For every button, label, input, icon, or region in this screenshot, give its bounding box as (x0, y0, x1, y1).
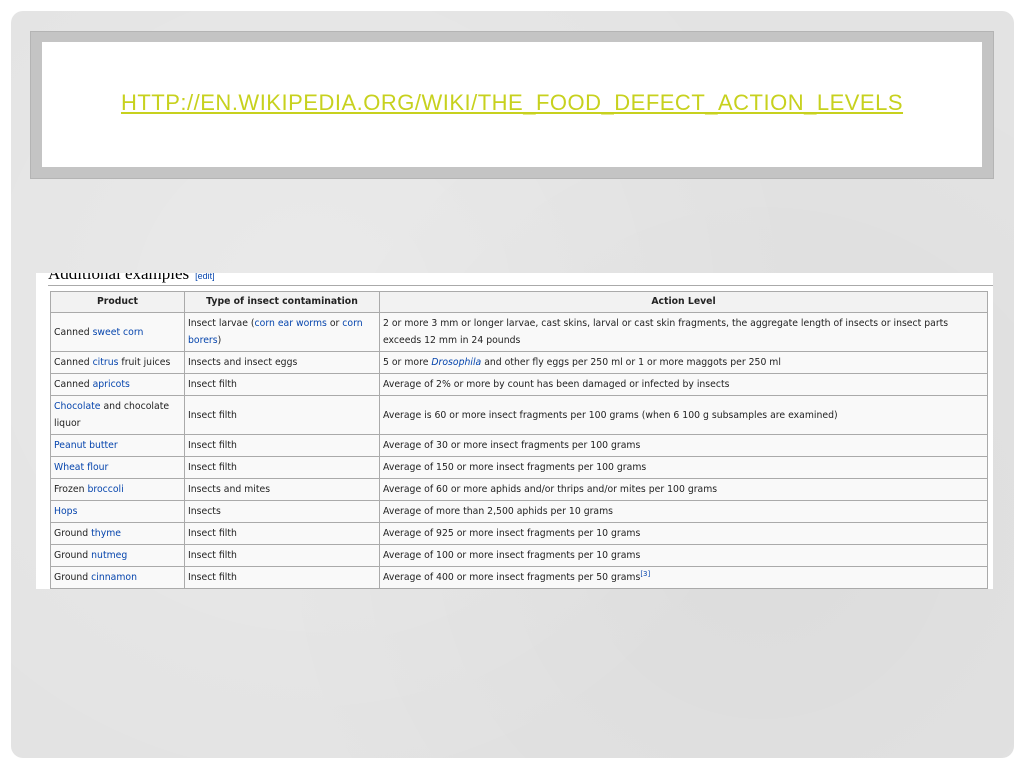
product-link[interactable]: Hops (54, 506, 77, 517)
cell-type: Insect filth (184, 522, 380, 545)
product-prefix: Ground (54, 572, 92, 583)
table-header-row: Product Type of insect contamination Act… (50, 291, 988, 313)
product-link[interactable]: nutmeg (91, 550, 127, 561)
cell-action: 2 or more 3 mm or longer larvae, cast sk… (379, 312, 988, 352)
cell-product: Peanut butter (50, 434, 185, 457)
table-row: Peanut butter Insect filth Average of 30… (50, 434, 988, 457)
table-row: Canned citrus fruit juices Insects and i… (50, 351, 988, 374)
title-box: http://en.wikipedia.org/wiki/The_Food_De… (42, 42, 982, 167)
product-suffix: fruit juices (118, 357, 171, 368)
section-heading: Additional examples [edit] (48, 273, 215, 284)
slide: http://en.wikipedia.org/wiki/The_Food_De… (11, 11, 1014, 758)
cell-action: 5 or more Drosophila and other fly eggs … (379, 351, 988, 374)
table-row: Hops Insects Average of more than 2,500 … (50, 500, 988, 523)
product-prefix: Ground (54, 550, 92, 561)
table-row: Chocolate and chocolate liquor Insect fi… (50, 395, 988, 435)
cell-product: Chocolate and chocolate liquor (50, 395, 185, 435)
cell-product: Ground cinnamon (50, 566, 185, 589)
product-link[interactable]: Chocolate (54, 401, 101, 412)
product-link[interactable]: Peanut butter (54, 440, 118, 451)
cell-action: Average of 400 or more insect fragments … (379, 566, 988, 589)
cell-product: Wheat flour (50, 456, 185, 479)
cell-type: Insects and insect eggs (184, 351, 380, 374)
cell-action: Average of 925 or more insect fragments … (379, 522, 988, 545)
type-mid: or (326, 318, 343, 329)
cell-product: Canned sweet corn (50, 312, 185, 352)
product-prefix: Canned (54, 357, 93, 368)
type-suffix: ) (217, 335, 222, 346)
product-link[interactable]: citrus (93, 357, 119, 368)
cell-product: Ground nutmeg (50, 544, 185, 567)
cell-type: Insect filth (184, 434, 380, 457)
product-link[interactable]: broccoli (87, 484, 123, 495)
cell-product: Ground thyme (50, 522, 185, 545)
product-link[interactable]: apricots (93, 379, 130, 390)
table-row: Canned apricots Insect filth Average of … (50, 373, 988, 396)
table-row: Ground nutmeg Insect filth Average of 10… (50, 544, 988, 567)
product-prefix: Frozen (54, 484, 88, 495)
table-row: Wheat flour Insect filth Average of 150 … (50, 456, 988, 479)
defect-action-table: Product Type of insect contamination Act… (50, 291, 988, 589)
product-link[interactable]: thyme (91, 528, 121, 539)
action-text: Average of 400 or more insect fragments … (383, 572, 641, 583)
product-link[interactable]: sweet corn (93, 327, 144, 338)
cell-type: Insect filth (184, 395, 380, 435)
cell-type: Insects and mites (184, 478, 380, 501)
cell-action: Average of 30 or more insect fragments p… (379, 434, 988, 457)
cell-type: Insect larvae (corn ear worms or corn bo… (184, 312, 380, 352)
header-contamination-type: Type of insect contamination (184, 291, 380, 313)
type-link-corn-ear-worms[interactable]: corn ear worms (255, 318, 327, 329)
cell-action: Average of more than 2,500 aphids per 10… (379, 500, 988, 523)
citation-link[interactable]: [3] (640, 570, 650, 578)
product-prefix: Canned (54, 326, 93, 338)
cell-action: Average of 60 or more aphids and/or thri… (379, 478, 988, 501)
cell-type: Insects (184, 500, 380, 523)
product-prefix: Canned (54, 379, 93, 390)
edit-link[interactable]: [edit] (195, 273, 215, 281)
heading-rule (48, 285, 993, 286)
header-action-level: Action Level (379, 291, 988, 313)
cell-type: Insect filth (184, 373, 380, 396)
cell-type: Insect filth (184, 544, 380, 567)
cell-product: Frozen broccoli (50, 478, 185, 501)
type-prefix: Insect larvae ( (188, 318, 255, 329)
section-heading-text: Additional examples (48, 273, 190, 283)
cell-product: Hops (50, 500, 185, 523)
product-link[interactable]: cinnamon (91, 572, 137, 583)
cell-action: Average of 100 or more insect fragments … (379, 544, 988, 567)
action-suffix: and other fly eggs per 250 ml or 1 or mo… (481, 357, 781, 368)
cell-type: Insect filth (184, 456, 380, 479)
cell-product: Canned apricots (50, 373, 185, 396)
header-product: Product (50, 291, 185, 313)
action-prefix: 5 or more (383, 357, 432, 368)
table-row: Ground cinnamon Insect filth Average of … (50, 566, 988, 589)
title-frame: http://en.wikipedia.org/wiki/The_Food_De… (30, 31, 994, 179)
cell-action: Average is 60 or more insect fragments p… (379, 395, 988, 435)
action-italic: Drosophila (431, 357, 482, 368)
table-row: Frozen broccoli Insects and mites Averag… (50, 478, 988, 501)
product-prefix: Ground (54, 528, 92, 539)
cell-action: Average of 150 or more insect fragments … (379, 456, 988, 479)
citation-ref[interactable]: [3] (640, 570, 650, 578)
table-row: Canned sweet corn Insect larvae (corn ea… (50, 312, 988, 352)
cell-action: Average of 2% or more by count has been … (379, 373, 988, 396)
drosophila-link[interactable]: Drosophila (431, 357, 481, 368)
title-url-link[interactable]: http://en.wikipedia.org/wiki/The_Food_De… (121, 90, 903, 116)
cell-product: Canned citrus fruit juices (50, 351, 185, 374)
cell-type: Insect filth (184, 566, 380, 589)
product-link[interactable]: Wheat flour (54, 462, 108, 473)
table-row: Ground thyme Insect filth Average of 925… (50, 522, 988, 545)
wikipedia-screenshot: Additional examples [edit] Product Type o… (36, 273, 993, 589)
